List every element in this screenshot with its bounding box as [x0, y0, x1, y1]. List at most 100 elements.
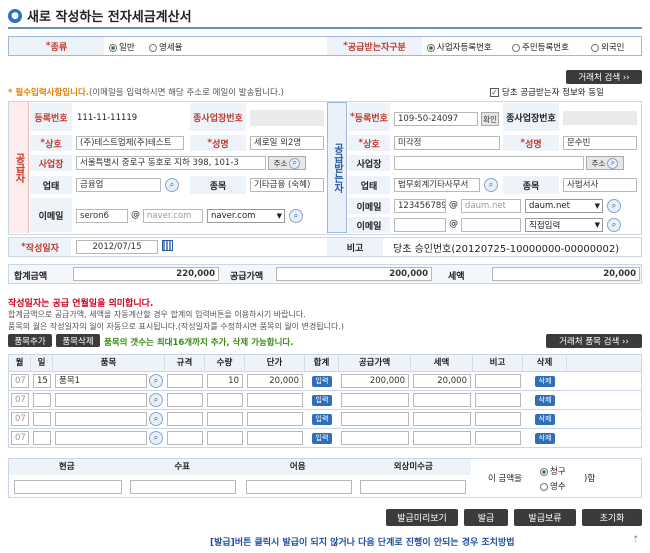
- buyer-reg-input[interactable]: 109-50-24097: [394, 112, 478, 126]
- item-search-icon[interactable]: ⌕: [149, 393, 163, 407]
- row-qty-input[interactable]: 10: [207, 374, 243, 388]
- supplier-email-id[interactable]: seron6: [76, 209, 128, 223]
- partner-search-button[interactable]: 거래처 검색 ››: [566, 70, 642, 84]
- row-supply-input[interactable]: [341, 431, 409, 445]
- row-qty-input[interactable]: [207, 393, 243, 407]
- sum-input-button[interactable]: 입력: [311, 432, 333, 444]
- row-price-input[interactable]: 20,000: [247, 374, 303, 388]
- buyer-biz-input[interactable]: 법무회계기타사무서: [394, 178, 480, 192]
- credit-input[interactable]: [360, 480, 466, 494]
- supplier-email-search-icon[interactable]: ⌕: [289, 209, 303, 223]
- row-price-input[interactable]: [247, 393, 303, 407]
- row-item-input[interactable]: 품목1: [55, 374, 147, 388]
- row-supply-input[interactable]: [341, 393, 409, 407]
- row-spec-input[interactable]: [167, 393, 203, 407]
- buyer-addr-button[interactable]: 주소 ⌕: [586, 156, 624, 170]
- receipt-radio[interactable]: 영수: [540, 480, 566, 492]
- claim-radio[interactable]: 청구: [540, 465, 566, 477]
- row-m-input[interactable]: 07: [11, 374, 29, 388]
- delete-row-button[interactable]: 삭제: [534, 413, 556, 425]
- buyer-email2-search-icon[interactable]: ⌕: [607, 218, 621, 232]
- supplier-biz-input[interactable]: 금융업: [76, 178, 161, 192]
- sum-input-button[interactable]: 입력: [311, 413, 333, 425]
- supplier-sub-field[interactable]: [250, 110, 324, 126]
- row-qty-input[interactable]: [207, 431, 243, 445]
- buyer-item-input[interactable]: 사법서사: [563, 178, 637, 192]
- recv-resident[interactable]: 주민등록번호: [512, 41, 569, 53]
- row-item-input[interactable]: [55, 393, 147, 407]
- supplier-ceo-input[interactable]: 세로일 외2명: [250, 136, 324, 150]
- buyer-sub-field[interactable]: [563, 111, 637, 125]
- cash-input[interactable]: [14, 480, 122, 494]
- issue-button[interactable]: 발급: [464, 509, 508, 526]
- row-spec-input[interactable]: [167, 412, 203, 426]
- note-value[interactable]: 당초 승인번호(20120725-10000000-00000002): [393, 240, 619, 255]
- row-tax-input[interactable]: [413, 431, 471, 445]
- recv-biz[interactable]: 사업자등록번호: [427, 41, 492, 53]
- row-price-input[interactable]: [247, 431, 303, 445]
- row-tax-input[interactable]: [413, 393, 471, 407]
- row-m-input[interactable]: 07: [11, 412, 29, 426]
- supplier-addr-input[interactable]: 서울특별시 중로구 동호로 지하 398, 101-3: [76, 156, 266, 170]
- buyer-addr-input[interactable]: [394, 156, 584, 170]
- kind-zero[interactable]: 영세율: [149, 41, 182, 53]
- supplier-email-select[interactable]: naver.com ▼: [207, 209, 285, 223]
- reset-button[interactable]: 초기화: [582, 509, 642, 526]
- row-d-input[interactable]: [33, 412, 51, 426]
- buyer-ceo-input[interactable]: 문수빈: [563, 136, 637, 150]
- buyer-email2-id[interactable]: [394, 218, 446, 232]
- footer-help-link[interactable]: [발급]버튼 클릭시 발급이 되지 않거나 다음 단계로 진행이 안되는 경우 …: [210, 535, 515, 548]
- row-note-input[interactable]: [475, 412, 521, 426]
- row-d-input[interactable]: 15: [33, 374, 51, 388]
- buyer-name-input[interactable]: 미각정: [394, 136, 500, 150]
- bill-input[interactable]: [246, 480, 352, 494]
- supplier-email-domain[interactable]: naver.com: [143, 209, 203, 223]
- sum-input-button[interactable]: 입력: [311, 394, 333, 406]
- row-spec-input[interactable]: [167, 374, 203, 388]
- row-m-input[interactable]: 07: [11, 431, 29, 445]
- row-note-input[interactable]: [475, 393, 521, 407]
- row-note-input[interactable]: [475, 374, 521, 388]
- delete-row-button[interactable]: 삭제: [534, 394, 556, 406]
- row-d-input[interactable]: [33, 431, 51, 445]
- supplier-name-input[interactable]: (주)테스트업체(주)테스트: [76, 136, 184, 150]
- delete-row-button[interactable]: 삭제: [534, 432, 556, 444]
- row-price-input[interactable]: [247, 412, 303, 426]
- buyer-email-select[interactable]: daum.net ▼: [525, 199, 603, 213]
- row-spec-input[interactable]: [167, 431, 203, 445]
- item-search-icon[interactable]: ⌕: [149, 431, 163, 445]
- buyer-email-domain[interactable]: daum.net: [461, 199, 521, 213]
- buyer-email2-select[interactable]: 직접입력 ▼: [525, 218, 603, 232]
- kind-normal[interactable]: 일반: [109, 41, 135, 53]
- buyer-email-id[interactable]: 123456789C: [394, 199, 446, 213]
- buyer-email-search-icon[interactable]: ⌕: [607, 199, 621, 213]
- row-tax-input[interactable]: [413, 412, 471, 426]
- row-item-input[interactable]: [55, 431, 147, 445]
- row-qty-input[interactable]: [207, 412, 243, 426]
- hold-button[interactable]: 발급보류: [514, 509, 576, 526]
- same-info-checkbox[interactable]: ✓ 당초 공급받는자 정보와 동일: [490, 86, 604, 98]
- sum-input-button[interactable]: 입력: [311, 375, 333, 387]
- preview-button[interactable]: 발급미리보기: [386, 509, 458, 526]
- buyer-email2-domain[interactable]: [461, 218, 521, 232]
- scroll-up-icon[interactable]: ⇡: [632, 535, 640, 545]
- buyer-biz-search-icon[interactable]: ⌕: [484, 178, 498, 192]
- item-search-icon[interactable]: ⌕: [149, 374, 163, 388]
- buyer-reg-confirm-button[interactable]: 확인: [481, 112, 499, 126]
- calendar-icon[interactable]: [162, 240, 173, 251]
- delete-row-button[interactable]: 삭제: [534, 375, 556, 387]
- date-input[interactable]: 2012/07/15: [76, 240, 158, 254]
- supplier-biz-search-icon[interactable]: ⌕: [165, 178, 179, 192]
- item-search-button[interactable]: 거래처 품목 검색 ››: [546, 334, 642, 348]
- delete-item-button[interactable]: 품목삭제: [56, 334, 100, 347]
- row-d-input[interactable]: [33, 393, 51, 407]
- row-note-input[interactable]: [475, 431, 521, 445]
- row-tax-input[interactable]: 20,000: [413, 374, 471, 388]
- recv-foreign[interactable]: 외국인: [591, 41, 624, 53]
- check-input[interactable]: [130, 480, 236, 494]
- row-supply-input[interactable]: 200,000: [341, 374, 409, 388]
- item-search-icon[interactable]: ⌕: [149, 412, 163, 426]
- supplier-addr-button[interactable]: 주소 ⌕: [268, 156, 306, 170]
- row-supply-input[interactable]: [341, 412, 409, 426]
- supplier-item-input[interactable]: 기타금융 (숙혜): [250, 178, 324, 192]
